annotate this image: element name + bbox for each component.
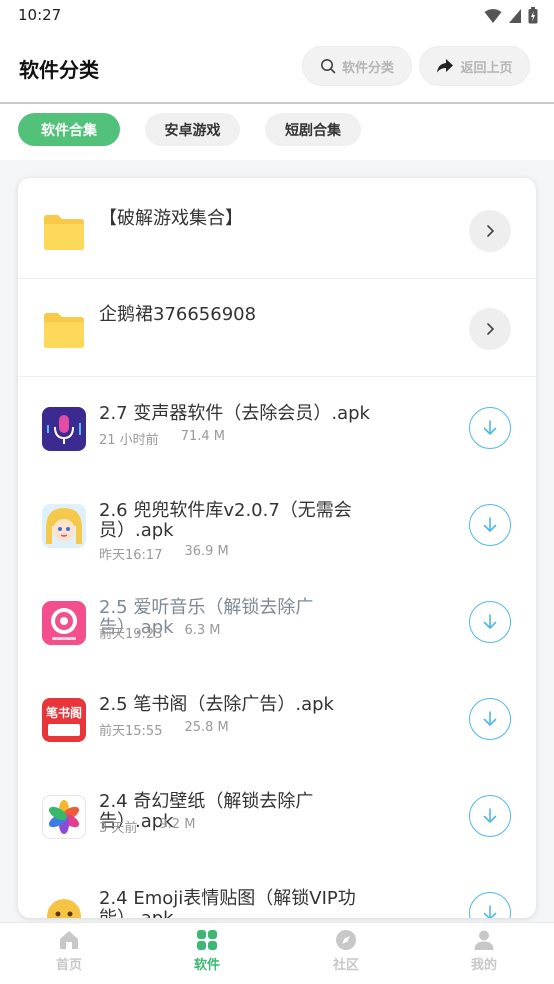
user-icon <box>474 930 494 950</box>
file-time: 前天15:55 <box>99 724 163 739</box>
folder-icon <box>44 215 84 250</box>
book-app-icon: 笔书阁 <box>42 698 86 742</box>
tab-short-drama[interactable]: 短剧合集 <box>265 113 361 146</box>
download-arrow-icon <box>483 420 497 435</box>
signal-icon <box>509 8 521 23</box>
status-time: 10:27 <box>18 6 62 24</box>
file-meta: 3 天前 9.2 M <box>99 817 195 836</box>
status-icons <box>484 7 538 24</box>
search-button-label: 软件分类 <box>341 60 394 76</box>
file-meta: 昨天16:17 36.9 M <box>99 544 229 563</box>
folder-name: 【破解游戏集合】 <box>99 208 243 229</box>
wallpaper-app-icon <box>42 795 86 839</box>
file-meta: 前天15:55 25.8 M <box>99 720 229 739</box>
file-size: 25.8 M <box>184 720 229 735</box>
folder-icon <box>44 313 84 348</box>
folder-row[interactable]: 【破解游戏集合】 <box>18 182 536 279</box>
nav-profile[interactable]: 我的 <box>444 929 524 973</box>
anime-girl-icon <box>42 504 86 548</box>
status-bar: 10:27 <box>0 0 554 32</box>
nav-home-label: 首页 <box>55 958 82 973</box>
nav-community-label: 社区 <box>332 958 359 973</box>
music-app-icon <box>42 601 86 645</box>
file-name: 2.6 兜兜软件库v2.0.7（无需会员）.apk <box>99 500 352 541</box>
file-time: 昨天16:17 <box>99 548 163 563</box>
file-size: 6.3 M <box>184 623 221 638</box>
download-button[interactable] <box>469 698 511 740</box>
tab-software-collection[interactable]: 软件合集 <box>18 113 120 146</box>
folder-name: 企鹅裙376656908 <box>99 304 257 325</box>
download-button[interactable] <box>469 504 511 546</box>
search-button[interactable]: 软件分类 <box>302 46 412 86</box>
file-row[interactable]: 2.7 变声器软件（去除会员）.apk 21 小时前 71.4 M <box>18 379 536 476</box>
emoji-app-icon <box>42 892 86 918</box>
bottom-nav: 首页 软件 社区 我的 <box>0 922 554 984</box>
file-row[interactable]: 笔书阁 2.5 笔书阁（去除广告）.apk 前天15:55 25.8 M <box>18 670 536 767</box>
file-name: 2.4 Emoji表情贴图（解锁VIP功能）.apk <box>99 888 356 919</box>
file-meta: 前天19:23 6.3 M <box>99 623 221 642</box>
file-name: 2.5 笔书阁（去除广告）.apk <box>99 694 334 715</box>
wifi-icon <box>484 8 502 23</box>
chevron-right-icon <box>487 323 495 335</box>
open-folder-button[interactable] <box>469 308 511 350</box>
nav-community[interactable]: 社区 <box>306 929 386 973</box>
back-button-label: 返回上页 <box>460 60 513 76</box>
file-time: 前天19:23 <box>99 627 163 642</box>
download-arrow-icon <box>483 711 497 726</box>
voice-changer-icon <box>42 407 86 451</box>
open-folder-button[interactable] <box>469 210 511 252</box>
nav-profile-label: 我的 <box>470 958 497 973</box>
file-time: 3 天前 <box>99 821 138 836</box>
download-button[interactable] <box>469 601 511 643</box>
nav-software-label: 软件 <box>193 958 220 973</box>
download-button[interactable] <box>469 407 511 449</box>
download-button[interactable] <box>469 795 511 837</box>
search-icon <box>320 59 336 74</box>
file-row[interactable]: 2.5 爱听音乐（解锁去除广告）.apk 前天19:23 6.3 M <box>18 573 536 670</box>
nav-home[interactable]: 首页 <box>29 929 109 973</box>
download-arrow-icon <box>483 905 497 918</box>
grid-apps-icon <box>197 930 217 950</box>
back-button[interactable]: 返回上页 <box>419 46 530 86</box>
chevron-right-icon <box>487 225 495 237</box>
download-button[interactable] <box>469 892 511 918</box>
download-arrow-icon <box>483 808 497 823</box>
file-time: 21 小时前 <box>99 433 159 448</box>
file-size: 36.9 M <box>184 544 229 559</box>
download-arrow-icon <box>483 517 497 532</box>
tab-android-games[interactable]: 安卓游戏 <box>145 113 240 146</box>
battery-icon <box>528 7 538 24</box>
file-list-card: 【破解游戏集合】 企鹅裙376656908 2.7 变声器软件（去除会员）.ap… <box>18 178 536 918</box>
compass-icon <box>336 930 356 950</box>
home-icon <box>60 931 78 949</box>
app-header: 软件分类 软件分类 返回上页 <box>0 32 554 104</box>
page-title: 软件分类 <box>19 58 99 82</box>
file-row[interactable]: 2.6 兜兜软件库v2.0.7（无需会员）.apk 昨天16:17 36.9 M <box>18 476 536 573</box>
file-size: 9.2 M <box>159 817 196 832</box>
file-size: 71.4 M <box>180 429 225 444</box>
category-tabs: 软件合集 安卓游戏 短剧合集 <box>0 104 554 160</box>
nav-software[interactable]: 软件 <box>167 929 247 973</box>
file-row[interactable]: 2.4 奇幻壁纸（解锁去除广告）.apk 3 天前 9.2 M <box>18 767 536 864</box>
file-meta: 21 小时前 71.4 M <box>99 429 225 448</box>
share-arrow-icon <box>437 59 454 73</box>
book-app-logo-text: 笔书阁 <box>45 706 82 720</box>
file-name: 2.7 变声器软件（去除会员）.apk <box>99 403 370 424</box>
file-row[interactable]: 2.4 Emoji表情贴图（解锁VIP功能）.apk <box>18 864 536 918</box>
folder-row[interactable]: 企鹅裙376656908 <box>18 280 536 377</box>
download-arrow-icon <box>483 614 497 629</box>
